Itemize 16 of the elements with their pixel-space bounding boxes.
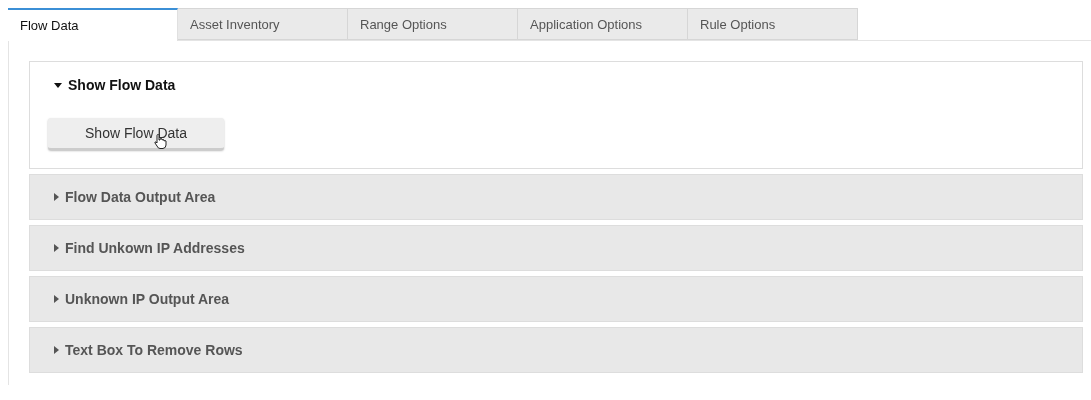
tab[interactable]: Rule Options [688, 8, 858, 40]
caret-right-icon [54, 244, 59, 252]
section-header[interactable]: Find Unkown IP Addresses [30, 226, 1082, 270]
tab[interactable]: Range Options [348, 8, 518, 40]
caret-right-icon [54, 193, 59, 201]
section-header[interactable]: Flow Data Output Area [30, 175, 1082, 219]
show-flow-data-button[interactable]: Show Flow Data [48, 118, 224, 150]
section-header[interactable]: Unknown IP Output Area [30, 277, 1082, 321]
caret-right-icon [54, 295, 59, 303]
tab[interactable]: Application Options [518, 8, 688, 40]
caret-right-icon [54, 346, 59, 354]
section-header[interactable]: Show Flow Data [30, 62, 1082, 108]
tab[interactable]: Asset Inventory [178, 8, 348, 40]
tab[interactable]: Flow Data [8, 8, 178, 41]
caret-down-icon [54, 82, 62, 88]
section-header[interactable]: Text Box To Remove Rows [30, 328, 1082, 372]
